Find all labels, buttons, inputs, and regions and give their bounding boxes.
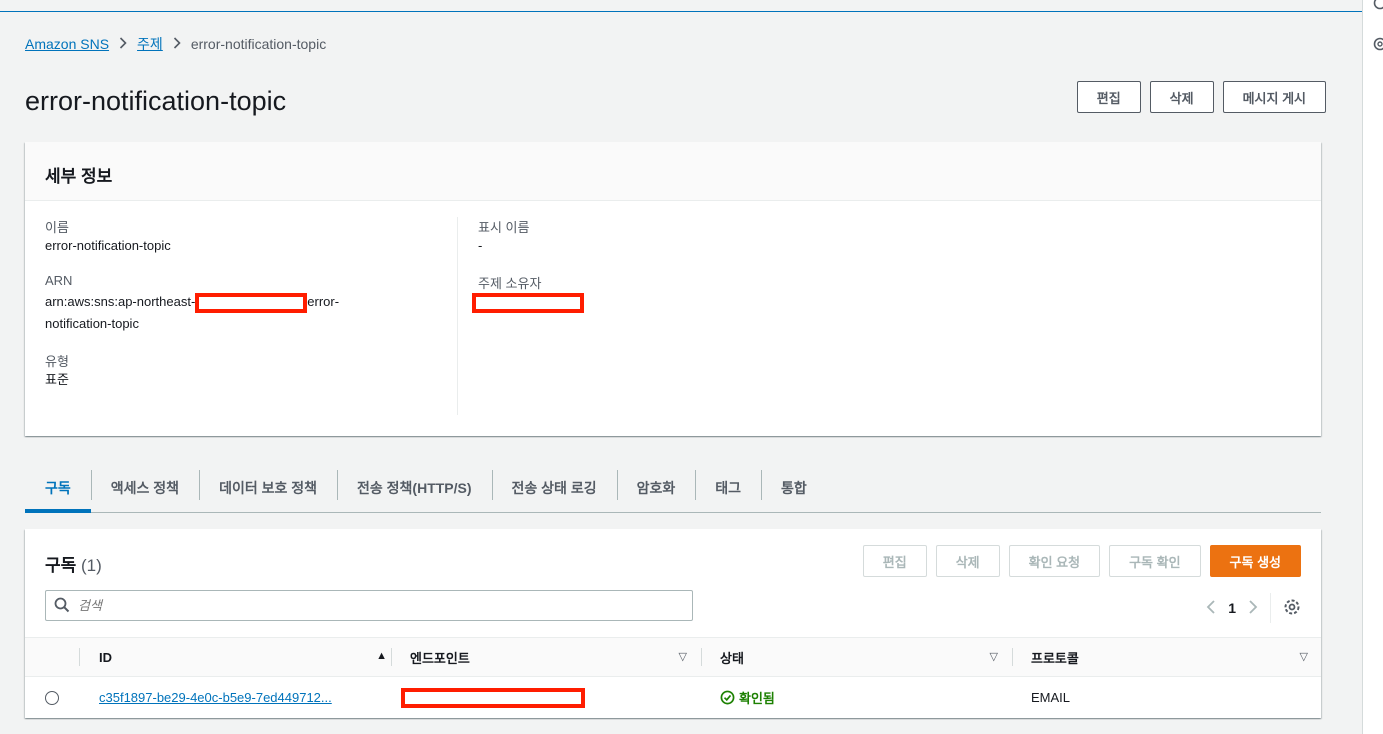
arn-field: ARN arn:aws:sns:ap-northeast-error- noti… — [45, 273, 457, 335]
confirm-subscription-button[interactable]: 구독 확인 — [1109, 545, 1201, 577]
subscriptions-actions: 편집 삭제 확인 요청 구독 확인 구독 생성 — [862, 545, 1301, 577]
tab-delivery-status-logging[interactable]: 전송 상태 로깅 — [491, 464, 617, 512]
preferences-gear-icon[interactable] — [1283, 598, 1301, 619]
redacted-endpoint — [401, 687, 585, 708]
create-subscription-button[interactable]: 구독 생성 — [1209, 545, 1301, 577]
column-id-label: ID — [99, 649, 112, 665]
tab-access-policy[interactable]: 액세스 정책 — [90, 464, 199, 512]
details-panel: 세부 정보 이름 error-notification-topic ARN ar… — [25, 142, 1321, 436]
pagination: 1 — [1206, 593, 1301, 623]
subscriptions-title: 구독 (1) — [45, 551, 102, 576]
pager-divider — [1270, 593, 1271, 623]
tab-integrations[interactable]: 통합 — [761, 464, 827, 512]
row-id-cell: c35f1897-be29-4e0c-b5e9-7ed449712... — [99, 677, 332, 718]
table-row: c35f1897-be29-4e0c-b5e9-7ed449712... 확인됨… — [25, 677, 1321, 718]
name-field: 이름 error-notification-topic — [45, 217, 457, 257]
next-page-icon[interactable] — [1248, 598, 1258, 619]
breadcrumb-current: error-notification-topic — [190, 36, 327, 52]
search-box — [45, 590, 693, 621]
delete-subscription-button[interactable]: 삭제 — [935, 545, 1000, 577]
chevron-right-icon — [173, 36, 181, 53]
tab-subscriptions[interactable]: 구독 — [25, 464, 91, 513]
display-name-value: - — [478, 238, 483, 253]
settings-icon[interactable] — [1373, 37, 1383, 51]
arn-label: ARN — [45, 273, 73, 288]
topic-tabs: 구독 액세스 정책 데이터 보호 정책 전송 정책(HTTP/S) 전송 상태 … — [25, 464, 1321, 513]
breadcrumb: Amazon SNS 주제 error-notification-topic — [25, 35, 326, 53]
column-id[interactable]: ID ▲ — [79, 638, 387, 676]
column-divider — [701, 648, 702, 666]
arn-suffix: error- — [307, 294, 340, 309]
type-field: 유형 표준 — [45, 351, 457, 391]
subscriptions-panel: 구독 (1) 편집 삭제 확인 요청 구독 확인 구독 생성 1 ID ▲ — [25, 529, 1321, 718]
previous-page-icon[interactable] — [1206, 598, 1216, 619]
subscriptions-count: (1) — [81, 556, 102, 575]
row-status-cell: 확인됨 — [720, 677, 775, 718]
tab-tags[interactable]: 태그 — [695, 464, 761, 512]
sort-ascending-icon: ▲ — [376, 650, 387, 662]
edit-subscription-button[interactable]: 편집 — [862, 545, 927, 577]
delete-topic-button[interactable]: 삭제 — [1149, 81, 1214, 113]
sort-icon: ▽ — [1299, 651, 1308, 663]
table-header: ID ▲ 엔드포인트 ▽ 상태 ▽ 프로토콜 ▽ — [25, 637, 1321, 677]
header-actions: 편집 삭제 메시지 게시 — [1076, 81, 1326, 113]
sort-icon: ▽ — [678, 651, 687, 663]
tab-delivery-policy[interactable]: 전송 정책(HTTP/S) — [337, 464, 492, 512]
status-text: 확인됨 — [739, 691, 775, 706]
column-protocol-label: 프로토콜 — [1031, 650, 1079, 666]
row-protocol-cell: EMAIL — [1031, 677, 1070, 718]
top-border — [0, 0, 1362, 12]
owner-label: 주제 소유자 — [478, 276, 542, 291]
row-select[interactable] — [45, 677, 59, 718]
display-name-label: 표시 이름 — [478, 220, 530, 235]
page-title: error-notification-topic — [25, 86, 287, 116]
request-confirmation-button[interactable]: 확인 요청 — [1008, 545, 1101, 577]
redacted-account-id — [195, 292, 308, 313]
column-endpoint-label: 엔드포인트 — [410, 650, 470, 666]
column-divider — [79, 648, 80, 666]
edit-topic-button[interactable]: 편집 — [1076, 81, 1141, 113]
name-value: error-notification-topic — [45, 238, 171, 253]
column-divider — [1012, 648, 1013, 666]
subscriptions-title-text: 구독 — [45, 556, 77, 575]
owner-field: 주제 소유자 — [472, 273, 878, 313]
column-endpoint[interactable]: 엔드포인트 ▽ — [391, 638, 687, 676]
column-divider — [391, 648, 392, 666]
owner-value — [472, 291, 878, 313]
sort-icon: ▽ — [989, 651, 998, 663]
arn-prefix: arn:aws:sns:ap-northeast- — [45, 294, 196, 309]
breadcrumb-topics-link[interactable]: 주제 — [137, 34, 163, 54]
arn-suffix-cont: notification-topic — [45, 316, 139, 331]
name-label: 이름 — [45, 220, 69, 235]
publish-message-button[interactable]: 메시지 게시 — [1222, 81, 1326, 113]
type-label: 유형 — [45, 354, 69, 369]
info-icon[interactable] — [1373, 0, 1383, 10]
details-column-right: 표시 이름 - 주제 소유자 — [472, 217, 878, 329]
breadcrumb-sns-link[interactable]: Amazon SNS — [25, 36, 109, 52]
search-input[interactable] — [78, 598, 678, 613]
row-radio[interactable] — [45, 690, 59, 705]
display-name-field: 표시 이름 - — [478, 217, 878, 257]
status-badge: 확인됨 — [720, 688, 775, 707]
protocol-value: EMAIL — [1031, 690, 1071, 705]
details-heading: 세부 정보 — [25, 142, 1321, 201]
row-endpoint-cell — [401, 677, 585, 718]
details-column-left: 이름 error-notification-topic ARN arn:aws:… — [45, 217, 458, 415]
type-value: 표준 — [45, 372, 69, 387]
column-status-label: 상태 — [720, 650, 744, 666]
current-page[interactable]: 1 — [1228, 600, 1236, 616]
tab-encryption[interactable]: 암호화 — [616, 464, 696, 512]
right-tools-panel — [1362, 0, 1383, 734]
subscription-id-link[interactable]: c35f1897-be29-4e0c-b5e9-7ed449712... — [99, 690, 332, 705]
redacted-owner — [472, 292, 584, 313]
check-circle-icon — [720, 690, 735, 705]
arn-value: arn:aws:sns:ap-northeast-error- notifica… — [45, 291, 457, 335]
column-protocol[interactable]: 프로토콜 ▽ — [1012, 638, 1308, 676]
search-icon — [54, 597, 72, 615]
column-status[interactable]: 상태 ▽ — [701, 638, 998, 676]
tab-data-protection-policy[interactable]: 데이터 보호 정책 — [199, 464, 337, 512]
chevron-right-icon — [119, 36, 127, 53]
